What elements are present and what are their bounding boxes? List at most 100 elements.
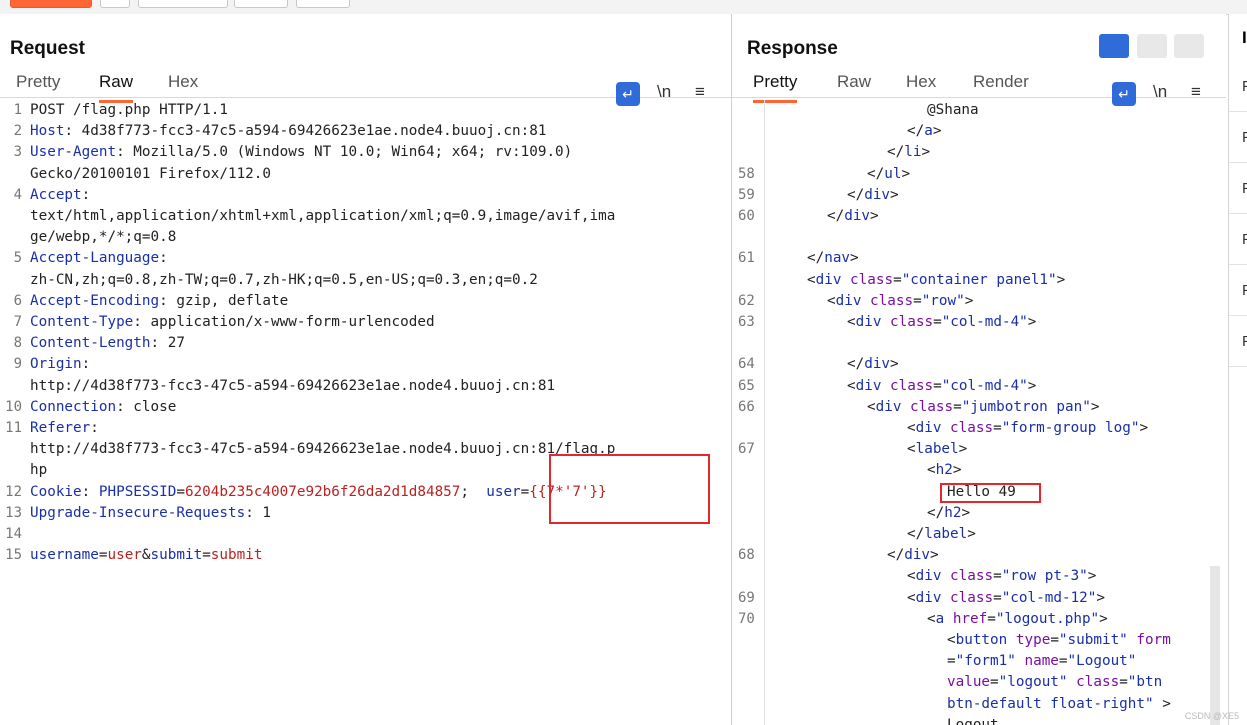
code-line: <div class="jumbotron pan"> (867, 397, 1099, 418)
scrollbar-thumb[interactable] (1210, 566, 1220, 725)
wrap-lines-icon[interactable]: ↵ (1112, 82, 1136, 106)
send-button[interactable] (10, 0, 92, 8)
code-line: User-Agent: Mozilla/5.0 (Windows NT 10.0… (30, 142, 572, 163)
code-line: zh-CN,zh;q=0.8,zh-TW;q=0.7,zh-HK;q=0.5,e… (30, 270, 538, 291)
response-title: Response (747, 38, 838, 59)
code-line: @Shana (927, 100, 979, 121)
code-token: ge/webp,*/*;q=0.8 (30, 229, 177, 246)
code-token: > (1056, 271, 1066, 288)
line-number: 66 (738, 398, 755, 415)
code-token: zh-CN,zh;q=0.8,zh-TW;q=0.7,zh-HK;q=0.5,e… (30, 271, 538, 288)
code-token: = (953, 398, 962, 415)
toolbar-button[interactable] (296, 0, 350, 8)
show-newlines-icon[interactable]: \n (657, 82, 671, 102)
code-token: : (159, 250, 168, 267)
code-token: > (1027, 377, 1037, 394)
tab-render[interactable]: Render (973, 72, 1029, 100)
menu-icon[interactable]: ≡ (695, 82, 705, 102)
show-newlines-icon[interactable]: \n (1153, 82, 1167, 102)
code-token: = (520, 483, 530, 500)
tab-hex[interactable]: Hex (168, 72, 198, 100)
inspector-item[interactable]: F (1229, 317, 1247, 367)
inspector-item[interactable]: F (1229, 113, 1247, 163)
line-number: 1 (13, 102, 22, 118)
code-token: = (913, 292, 922, 309)
line-number: 7 (13, 314, 22, 330)
code-token: </ (827, 208, 845, 224)
code-token: div (915, 420, 942, 436)
toolbar-button[interactable] (234, 0, 288, 8)
code-token: PHPSESSID (98, 483, 177, 500)
layout-horizontal-icon[interactable] (1137, 34, 1167, 58)
code-token: ul (884, 165, 902, 182)
code-token: class (890, 377, 934, 394)
layout-single-icon[interactable] (1174, 34, 1204, 58)
code-token: div (855, 377, 882, 394)
code-token: = (176, 483, 185, 500)
layout-split-icon[interactable] (1099, 34, 1129, 58)
code-line: Referer: (30, 418, 99, 439)
inspector-item[interactable]: F (1229, 164, 1247, 214)
code-token: < (847, 377, 856, 394)
line-number: 6 (13, 292, 22, 309)
line-number: 68 (738, 547, 755, 564)
response-pane: Response Pretty Raw Hex Render ↵ \n ≡ @Shan… (732, 14, 1226, 725)
code-token: "row pt-3" (1001, 568, 1088, 585)
tab-pretty[interactable]: Pretty (16, 72, 60, 100)
code-token: "col-md-12" (1001, 589, 1097, 606)
line-number: 8 (13, 335, 22, 352)
code-token: "form-group log" (1001, 420, 1140, 436)
tab-raw[interactable]: Raw (837, 72, 871, 100)
line-number: 69 (738, 589, 755, 606)
code-line: hp (30, 460, 47, 481)
inspector-item[interactable]: F (1229, 266, 1247, 316)
code-token: div (864, 356, 891, 373)
code-token: Gecko/20100101 Firefox/112.0 (30, 165, 272, 182)
code-line: <div class="form-group log"> (907, 418, 1148, 439)
code-token: value (947, 674, 991, 691)
code-token: < (927, 610, 936, 627)
code-token: http://4d38f773-fcc3-47c5-a594-69426623e… (30, 377, 556, 394)
code-line: Content-Length: 27 (30, 333, 185, 354)
inspector-item[interactable]: F (1229, 62, 1247, 112)
code-line: </label> (907, 524, 976, 545)
code-token: Logout (947, 716, 999, 725)
code-line: </div> (887, 545, 939, 566)
code-token: < (907, 441, 916, 458)
toolbar-button[interactable] (100, 0, 130, 8)
indent-guide (764, 100, 765, 725)
code-token: : (81, 483, 99, 500)
request-pane: Request Pretty Raw Hex ↵ \n ≡ 1 POST /flag.… (0, 14, 731, 725)
code-line: btn-default float-right" > (947, 694, 1171, 715)
tab-raw[interactable]: Raw (99, 72, 134, 103)
request-title: Request (10, 38, 85, 59)
code-token: div (855, 314, 882, 330)
code-line: POST /flag.php HTTP/1.1 (30, 100, 228, 121)
code-token: hp (30, 462, 48, 479)
code-token: = (993, 589, 1002, 606)
inspector-item[interactable]: F (1229, 215, 1247, 265)
wrap-lines-icon[interactable]: ↵ (616, 82, 640, 106)
line-number: 9 (13, 356, 22, 373)
code-token: < (807, 271, 816, 288)
tab-pretty[interactable]: Pretty (753, 72, 798, 103)
code-token: > (890, 356, 899, 373)
menu-icon[interactable]: ≡ (1191, 82, 1201, 102)
line-number: 14 (5, 526, 22, 542)
code-token: li (904, 144, 922, 161)
code-token: = (990, 674, 999, 691)
tab-hex[interactable]: Hex (906, 72, 936, 100)
code-token: </ (847, 356, 865, 373)
line-number: 10 (5, 398, 22, 415)
code-token: name (1024, 653, 1059, 670)
code-line: text/html,application/xhtml+xml,applicat… (30, 206, 615, 227)
code-token: : close (116, 398, 177, 415)
code-line: Connection: close (30, 397, 176, 418)
toolbar-button[interactable] (138, 0, 228, 8)
code-token: : (90, 420, 99, 436)
code-token: class (850, 271, 894, 288)
code-token: > (1027, 314, 1037, 330)
code-line: Accept: (30, 185, 90, 206)
